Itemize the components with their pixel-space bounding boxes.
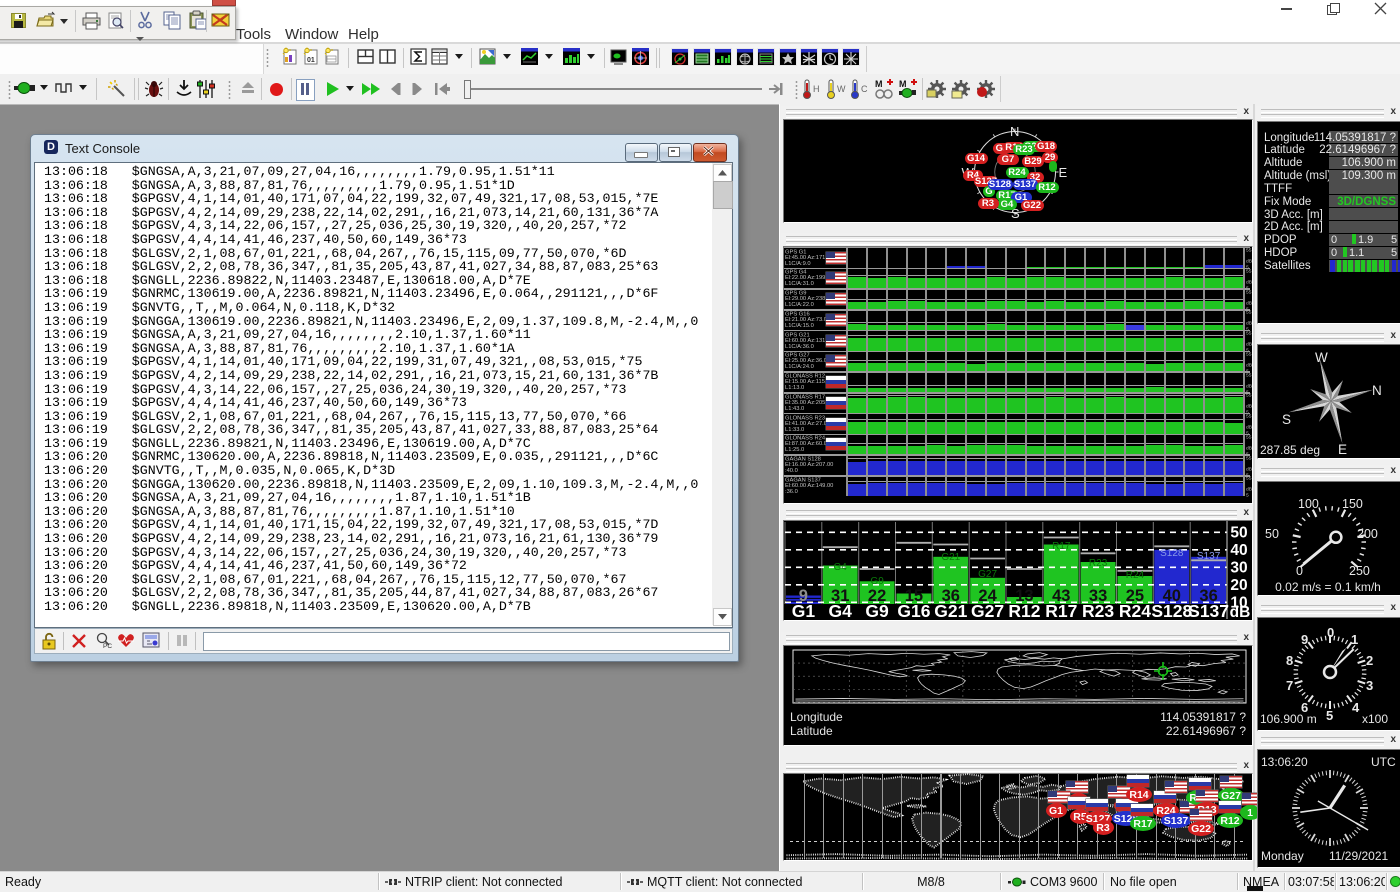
svg-text:S137: S137 (1197, 551, 1221, 562)
svg-text:R12: R12 (1008, 601, 1040, 621)
svg-text:G1: G1 (792, 601, 816, 621)
svg-text:G21: G21 (934, 601, 967, 621)
svg-text:S137: S137 (1188, 601, 1229, 621)
svg-text:10: 10 (1230, 594, 1247, 611)
svg-text:R24: R24 (1126, 570, 1145, 581)
svg-text:G4: G4 (834, 562, 848, 573)
svg-text:G4: G4 (829, 601, 853, 621)
svg-text:G9: G9 (865, 601, 889, 621)
svg-text:R23: R23 (1089, 558, 1108, 569)
svg-text:50: 50 (1230, 524, 1247, 541)
svg-text:R17: R17 (1052, 541, 1071, 552)
svg-text:S128: S128 (1160, 548, 1184, 559)
svg-text:G27: G27 (971, 601, 1004, 621)
svg-text:R17: R17 (1045, 601, 1077, 621)
svg-text:40: 40 (1230, 542, 1247, 559)
svg-text:20: 20 (1230, 577, 1247, 594)
svg-text:G9: G9 (870, 576, 884, 587)
svg-text:G21: G21 (941, 552, 960, 563)
svg-text:R23: R23 (1082, 601, 1114, 621)
svg-text:G27: G27 (978, 569, 997, 580)
svg-text:R24: R24 (1119, 601, 1151, 621)
svg-text:S128: S128 (1151, 601, 1192, 621)
svg-text:G16: G16 (897, 601, 930, 621)
svg-text:30: 30 (1230, 559, 1247, 576)
